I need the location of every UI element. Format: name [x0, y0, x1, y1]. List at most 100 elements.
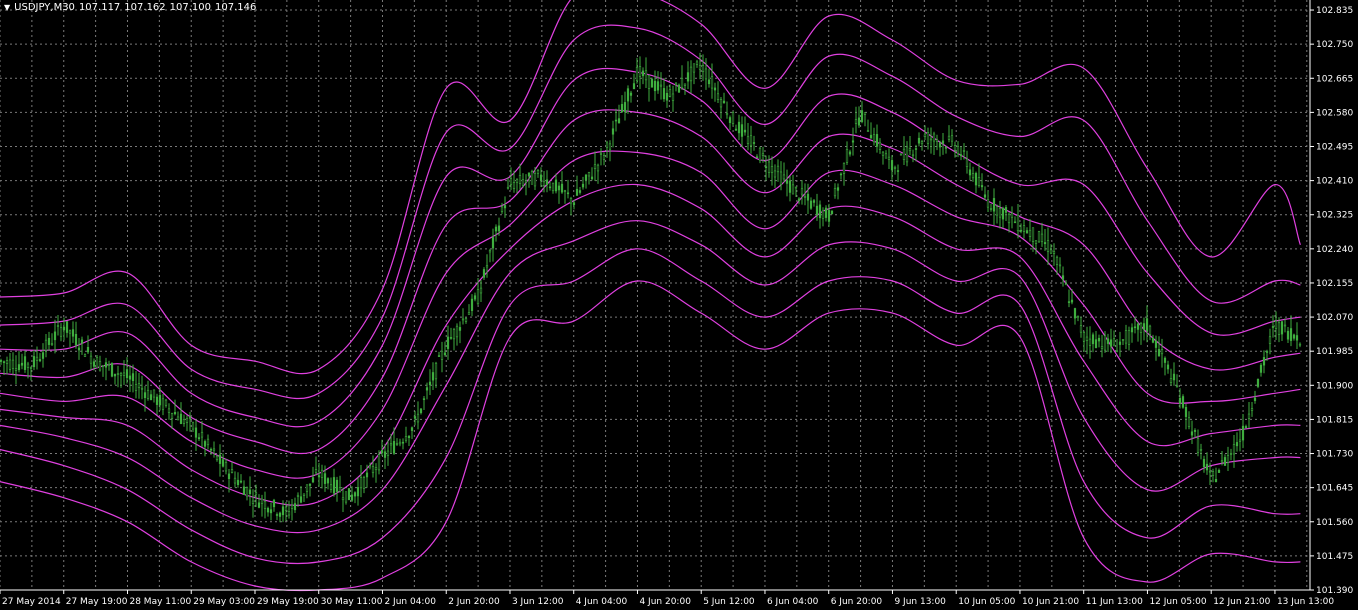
candle-body [863, 112, 867, 115]
candle-body [200, 431, 204, 438]
candle-body [272, 499, 276, 508]
candle-body [608, 143, 612, 150]
candle-body [944, 147, 948, 149]
candle-body [1142, 323, 1146, 330]
candle-body [386, 450, 390, 456]
candle-body [839, 173, 843, 176]
x-tick-label: 30 May 11:00 [321, 597, 383, 607]
candle-body [110, 363, 114, 377]
candle-body [419, 408, 423, 414]
candle-body [131, 373, 135, 382]
candle-body [89, 355, 93, 364]
candle-body [17, 364, 21, 371]
candle-body [815, 205, 819, 216]
candle-body [1280, 321, 1284, 335]
candle-body [398, 441, 402, 445]
candle-body [413, 416, 417, 419]
candle-body [1277, 322, 1281, 335]
candle-body [1220, 460, 1224, 463]
candle-body [1127, 330, 1131, 345]
candle-body [677, 84, 681, 93]
candle-body [1169, 378, 1173, 383]
candle-body [113, 373, 117, 377]
candle-body [719, 99, 723, 108]
candle-body [1193, 430, 1197, 432]
candle-body [866, 130, 870, 132]
candle [1181, 394, 1185, 409]
candle-body [659, 84, 663, 87]
candle-body [239, 480, 243, 483]
candle-body [494, 226, 498, 232]
candle-body [539, 174, 543, 181]
y-tick-label: 102.070 [1316, 313, 1353, 323]
candle-body [806, 193, 810, 201]
triangle-down-icon[interactable]: ▼ [4, 1, 10, 15]
candle-body [917, 137, 921, 144]
y-tick-label: 102.495 [1316, 142, 1353, 152]
candle-body [602, 155, 606, 160]
candle-body [755, 156, 759, 159]
candle-body [503, 205, 507, 209]
candle-body [1205, 463, 1209, 471]
candle-body [434, 362, 438, 380]
candle-body [314, 469, 318, 473]
candle-body [383, 451, 387, 458]
x-tick-label: 27 May 2014 [2, 597, 61, 607]
candle-body [1271, 326, 1275, 328]
candle-body [902, 148, 906, 160]
candle-body [296, 494, 300, 497]
candle-body [209, 448, 213, 451]
candle-body [308, 483, 312, 486]
candle-body [797, 198, 801, 201]
candle-body [473, 295, 477, 300]
candle-body [125, 369, 129, 378]
candle-body [206, 438, 210, 446]
candle-body [332, 477, 336, 494]
ohlc-close: 107.146 [215, 2, 257, 13]
y-tick-label: 101.815 [1316, 415, 1353, 425]
candle-body [851, 140, 855, 143]
candle-body [710, 76, 714, 89]
candle-body [1094, 339, 1098, 349]
candle-body [980, 185, 984, 188]
candle-body [68, 330, 72, 334]
candle-body [749, 135, 753, 146]
candle-body [1202, 458, 1206, 468]
candle [1037, 230, 1041, 243]
candle-body [860, 110, 864, 123]
candle-body [257, 502, 261, 508]
candle-body [581, 183, 585, 188]
candle-body [488, 250, 492, 253]
candle-body [554, 179, 558, 192]
candle-body [1256, 379, 1260, 387]
candle-body [1157, 349, 1161, 357]
candle-body [791, 184, 795, 195]
candle-body [767, 161, 771, 173]
candle-body [1217, 469, 1221, 473]
candle [1256, 378, 1260, 389]
candle-body [242, 486, 246, 495]
candle-body [818, 204, 822, 219]
candle-body [218, 454, 222, 464]
candle-body [395, 443, 399, 445]
candle-body [971, 173, 975, 179]
candle-body [1241, 425, 1245, 441]
candle-body [203, 441, 207, 447]
candle-body [1283, 324, 1287, 327]
candle-body [566, 192, 570, 195]
candle-body [1088, 338, 1092, 346]
price-chart[interactable]: 102.835 102.750 102.665 102.580 102.495 102.4… [0, 0, 1358, 610]
candle-body [518, 174, 522, 184]
candle-body [722, 100, 726, 104]
candle-body [179, 413, 183, 424]
candle-body [674, 82, 678, 86]
candle-body [293, 503, 297, 511]
candle-body [344, 491, 348, 503]
x-tick-label: 10 Jun 05:00 [958, 597, 1015, 607]
candle-body [533, 173, 537, 187]
candle-body [716, 93, 720, 100]
candle-body [335, 479, 339, 492]
candle-body [245, 487, 249, 497]
candle-body [431, 372, 435, 381]
candle-body [1286, 330, 1290, 340]
